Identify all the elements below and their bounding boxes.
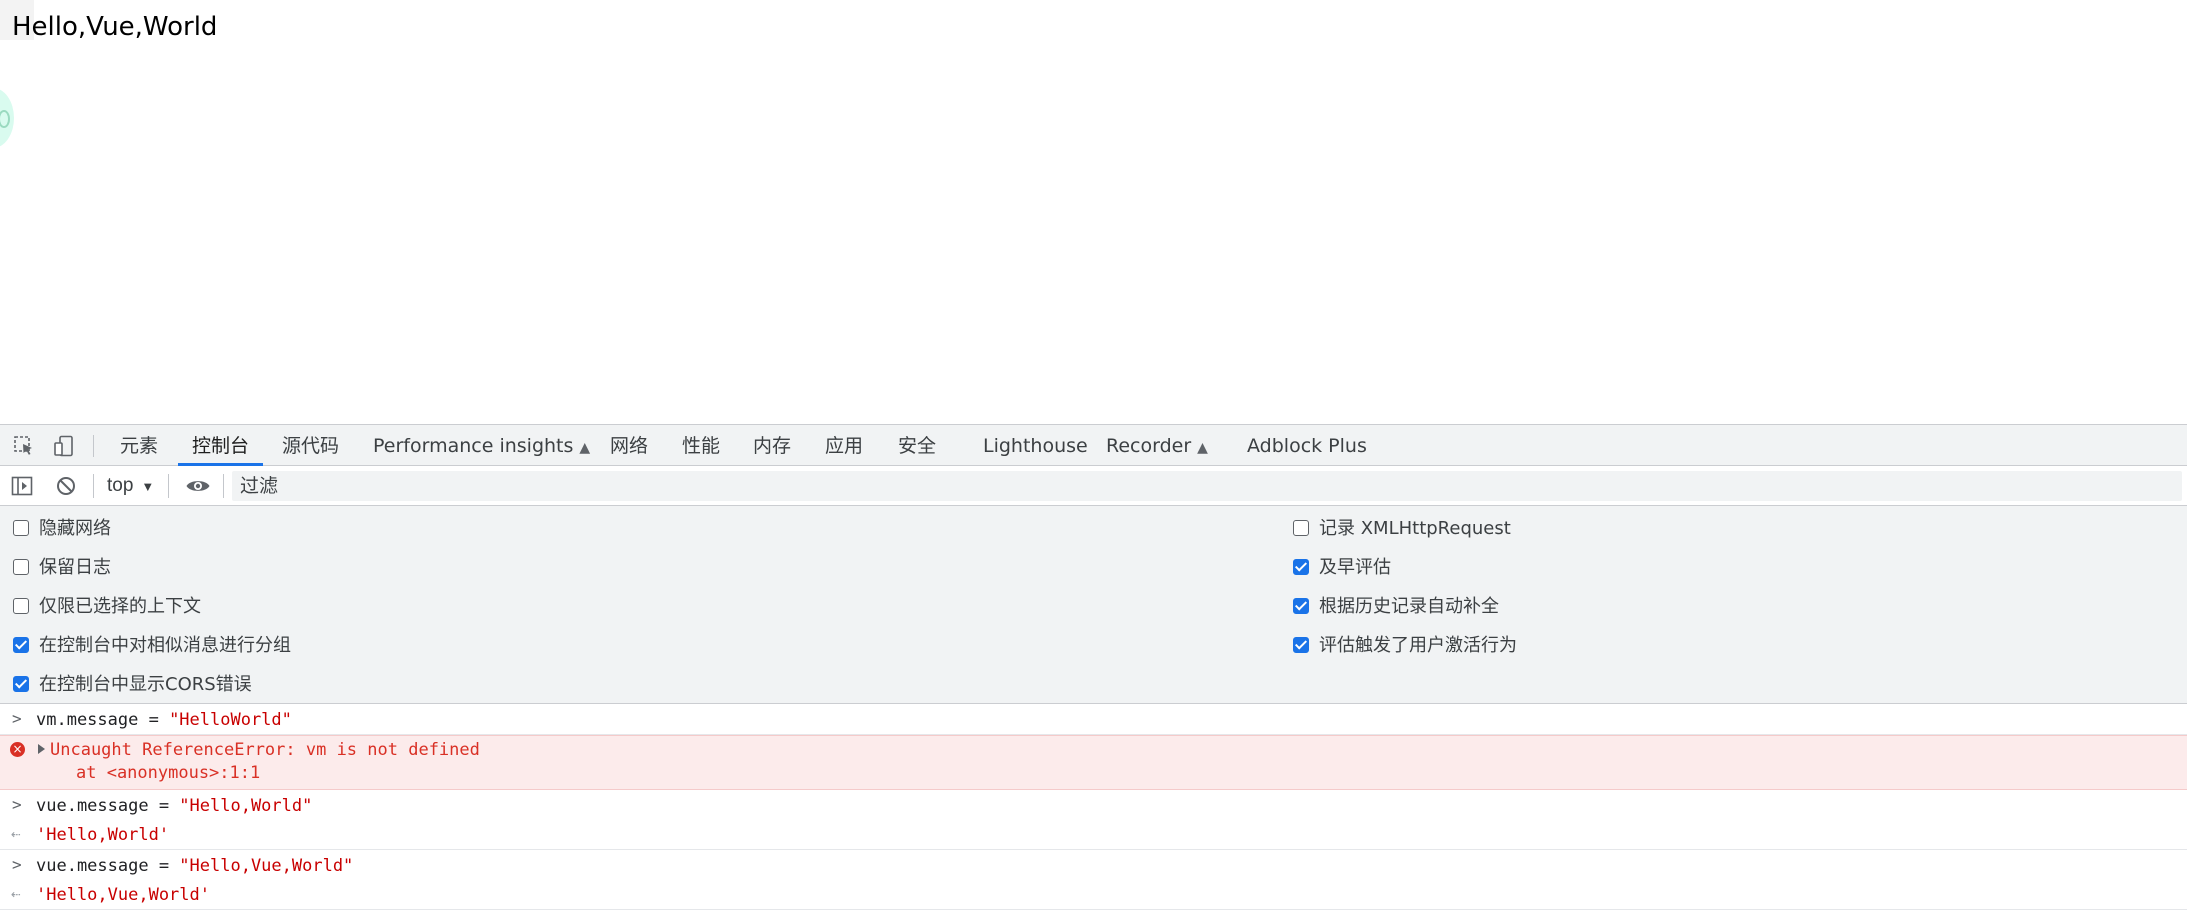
inspect-element-icon[interactable] — [13, 435, 35, 457]
device-toolbar-icon[interactable] — [53, 435, 75, 457]
user-activation-checkbox[interactable] — [1293, 637, 1309, 653]
tab-performance[interactable]: 性能 — [682, 425, 720, 465]
tab-application[interactable]: 应用 — [825, 425, 863, 465]
setting-label: 隐藏网络 — [39, 518, 111, 539]
devtools-tabbar: 元素 控制台 源代码 Performance insights ▲ 网络 性能 内… — [0, 424, 2187, 466]
setting-label: 在控制台中对相似消息进行分组 — [39, 635, 291, 656]
expand-triangle-icon[interactable] — [38, 744, 45, 754]
tab-security[interactable]: 安全 — [898, 425, 936, 465]
setting-label: 保留日志 — [39, 557, 111, 578]
clear-console-icon[interactable] — [55, 475, 77, 497]
toolbar-divider — [223, 474, 224, 498]
live-expression-eye-icon[interactable] — [185, 475, 211, 497]
error-message: Uncaught ReferenceError: vm is not defin… — [50, 740, 480, 760]
tab-recorder[interactable]: Recorder ▲ — [1106, 425, 1208, 465]
hide-network-checkbox[interactable] — [13, 520, 29, 536]
autocomplete-history-checkbox[interactable] — [1293, 598, 1309, 614]
error-stack: at <anonymous>:1:1 — [76, 763, 261, 783]
setting-label: 仅限已选择的上下文 — [39, 596, 201, 617]
preserve-log-checkbox[interactable] — [13, 559, 29, 575]
devtools-panel: 元素 控制台 源代码 Performance insights ▲ 网络 性能 内… — [0, 424, 2187, 918]
return-value-icon: ⇠ — [11, 824, 21, 843]
code-text: vue.message = — [36, 856, 180, 876]
console-result: 'Hello,World' — [36, 825, 170, 845]
tabbar-divider — [93, 435, 94, 457]
tab-network[interactable]: 网络 — [610, 425, 648, 465]
input-prompt-icon: > — [12, 709, 22, 728]
page-message-text: Hello,Vue,World — [12, 12, 218, 42]
code-string: "HelloWorld" — [169, 710, 292, 730]
code-text: vm.message = — [36, 710, 170, 730]
tab-performance-insights-label: Performance insights — [373, 435, 574, 457]
eager-evaluation-checkbox[interactable] — [1293, 559, 1309, 575]
sidebar-toggle-icon[interactable] — [11, 475, 33, 497]
setting-label: 记录 XMLHttpRequest — [1319, 518, 1511, 539]
log-xhr-checkbox[interactable] — [1293, 520, 1309, 536]
experiment-flask-icon: ▲ — [579, 440, 591, 456]
selected-context-checkbox[interactable] — [13, 598, 29, 614]
experiment-flask-icon: ▲ — [1197, 440, 1208, 456]
console-input-code: vue.message = "Hello,Vue,World" — [36, 856, 353, 876]
tab-lighthouse[interactable]: Lighthouse — [983, 425, 1088, 465]
tab-memory[interactable]: 内存 — [753, 425, 791, 465]
tab-sources[interactable]: 源代码 — [282, 425, 339, 465]
code-string: "Hello,Vue,World" — [179, 856, 354, 876]
setting-label: 根据历史记录自动补全 — [1319, 596, 1499, 617]
input-prompt-icon: > — [12, 795, 22, 814]
console-messages: > vm.message = "HelloWorld" × Uncaught R… — [0, 704, 2187, 918]
console-filter-input[interactable] — [232, 471, 2182, 501]
tab-elements[interactable]: 元素 — [120, 425, 158, 465]
context-selector-value: top — [107, 475, 134, 496]
console-result: 'Hello,Vue,World' — [36, 885, 210, 905]
toolbar-divider — [168, 474, 169, 498]
page-viewport: Hello,Vue,World — [0, 0, 2187, 424]
console-input-code: vue.message = "Hello,World" — [36, 796, 312, 816]
setting-label: 及早评估 — [1319, 557, 1391, 578]
code-text: vue.message = — [36, 796, 180, 816]
setting-label: 评估触发了用户激活行为 — [1319, 635, 1517, 656]
tab-adblock-plus[interactable]: Adblock Plus — [1247, 425, 1367, 465]
tab-console[interactable]: 控制台 — [177, 425, 264, 466]
console-input-row: > vm.message = "HelloWorld" — [0, 704, 2187, 735]
console-input-code: vm.message = "HelloWorld" — [36, 710, 292, 730]
console-input-row: > vue.message = "Hello,World" ⇠ 'Hello,W… — [0, 790, 2187, 850]
floating-extension-button[interactable] — [0, 88, 14, 148]
code-string: "Hello,World" — [179, 796, 313, 816]
dropdown-arrow-icon: ▼ — [141, 479, 155, 494]
group-similar-checkbox[interactable] — [13, 637, 29, 653]
error-icon: × — [10, 742, 25, 757]
return-value-icon: ⇠ — [11, 884, 21, 903]
setting-label: 在控制台中显示CORS错误 — [39, 674, 252, 695]
console-settings-panel: 隐藏网络 保留日志 仅限已选择的上下文 在控制台中对相似消息进行分组 在控制台中… — [0, 506, 2187, 704]
context-selector[interactable]: top ▼ — [107, 466, 154, 506]
toolbar-divider — [93, 474, 94, 498]
tab-performance-insights[interactable]: Performance insights ▲ — [373, 425, 590, 465]
console-error-row: × Uncaught ReferenceError: vm is not def… — [0, 735, 2187, 790]
tab-recorder-label: Recorder — [1106, 435, 1192, 457]
console-toolbar: top ▼ — [0, 466, 2187, 506]
input-prompt-icon: > — [12, 855, 22, 874]
console-input-row: > vue.message = "Hello,Vue,World" ⇠ 'Hel… — [0, 850, 2187, 910]
show-cors-checkbox[interactable] — [13, 676, 29, 692]
